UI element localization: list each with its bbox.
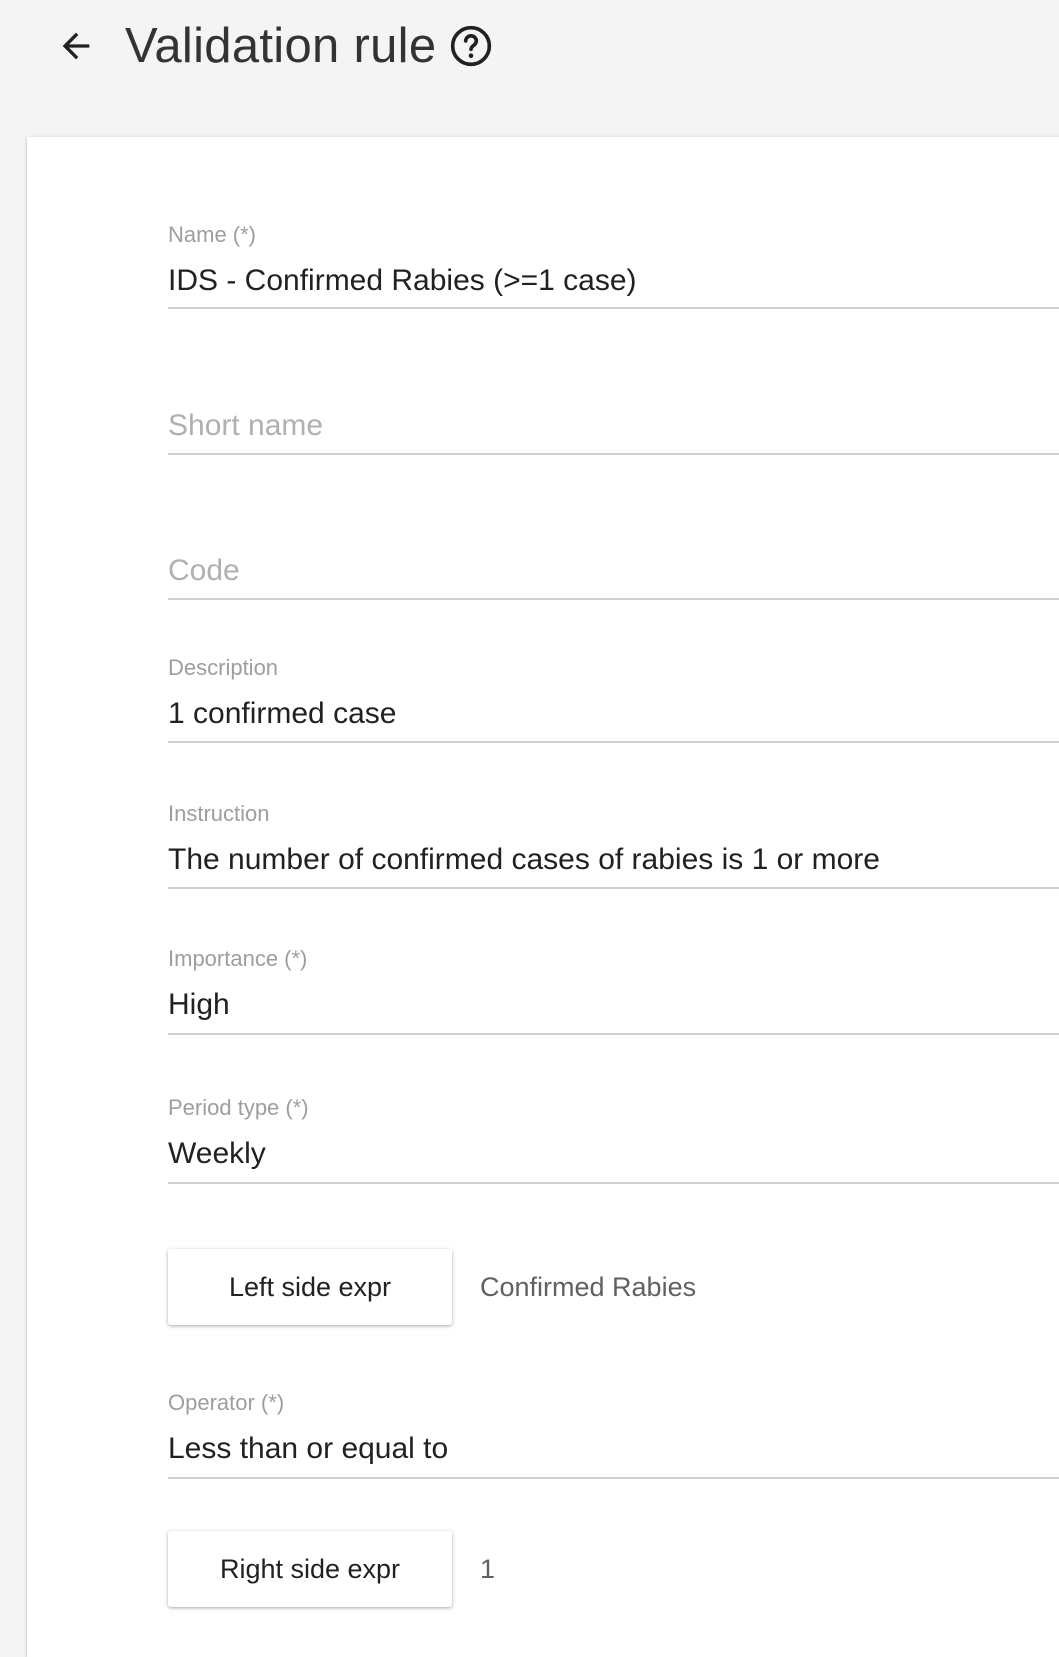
operator-field[interactable]: Operator (*) Less than or equal to <box>168 1390 1059 1480</box>
description-underline <box>168 741 1059 743</box>
operator-select[interactable]: Less than or equal to <box>168 1430 448 1468</box>
short-name-underline <box>168 453 1059 455</box>
back-button[interactable] <box>50 20 102 72</box>
right-side-expr-button[interactable]: Right side expr <box>168 1531 452 1607</box>
description-field[interactable]: Description 1 confirmed case <box>168 655 1059 745</box>
left-side-expr-description: Confirmed Rabies <box>480 1272 697 1302</box>
name-label: Name (*) <box>168 222 257 247</box>
help-button[interactable] <box>448 23 494 69</box>
importance-underline <box>168 1033 1059 1035</box>
instruction-field[interactable]: Instruction The number of confirmed case… <box>168 801 1059 891</box>
code-field[interactable]: Code <box>168 532 1059 612</box>
importance-field[interactable]: Importance (*) High <box>168 946 1059 1036</box>
operator-underline <box>168 1477 1059 1479</box>
form-card: Name (*) IDS - Confirmed Rabies (>=1 cas… <box>27 137 1059 1657</box>
importance-select[interactable]: High <box>168 986 230 1024</box>
short-name-input[interactable]: Short name <box>168 407 323 445</box>
period-type-label: Period type (*) <box>168 1095 309 1120</box>
short-name-field[interactable]: Short name <box>168 387 1059 467</box>
description-label: Description <box>168 655 279 680</box>
name-input[interactable]: IDS - Confirmed Rabies (>=1 case) <box>168 262 637 300</box>
page-title: Validation rule <box>125 19 437 73</box>
name-underline <box>168 307 1059 309</box>
instruction-input[interactable]: The number of confirmed cases of rabies … <box>168 841 880 879</box>
arrow-left-icon <box>62 32 90 60</box>
page-header: Validation rule <box>0 0 1059 100</box>
code-input[interactable]: Code <box>168 552 240 590</box>
help-circle-icon <box>450 25 492 67</box>
right-side-expr-description: 1 <box>480 1554 496 1584</box>
period-type-underline <box>168 1182 1059 1184</box>
period-type-field[interactable]: Period type (*) Weekly <box>168 1095 1059 1185</box>
operator-label: Operator (*) <box>168 1390 285 1415</box>
description-input[interactable]: 1 confirmed case <box>168 695 396 733</box>
instruction-underline <box>168 887 1059 889</box>
period-type-select[interactable]: Weekly <box>168 1135 266 1173</box>
importance-label: Importance (*) <box>168 946 308 971</box>
name-field[interactable]: Name (*) IDS - Confirmed Rabies (>=1 cas… <box>168 222 1059 312</box>
instruction-label: Instruction <box>168 801 270 826</box>
left-side-expr-button[interactable]: Left side expr <box>168 1249 452 1325</box>
code-underline <box>168 598 1059 600</box>
